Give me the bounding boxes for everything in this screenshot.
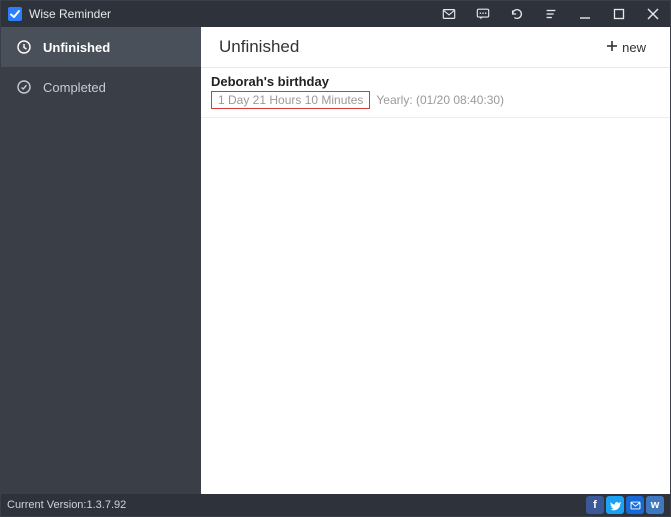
task-row[interactable]: Deborah's birthday 1 Day 21 Hours 10 Min… xyxy=(201,68,670,118)
twitter-icon[interactable] xyxy=(606,496,624,514)
sidebar-item-label: Completed xyxy=(43,80,106,95)
version-value: 1.3.7.92 xyxy=(86,499,126,511)
sidebar: Unfinished Completed xyxy=(1,27,201,494)
minimize-button[interactable] xyxy=(568,1,602,27)
task-recurrence: Yearly: (01/20 08:40:30) xyxy=(376,93,504,107)
feedback-icon[interactable] xyxy=(466,1,500,27)
sidebar-item-completed[interactable]: Completed xyxy=(1,67,201,107)
task-countdown: 1 Day 21 Hours 10 Minutes xyxy=(211,91,370,109)
refresh-icon[interactable] xyxy=(500,1,534,27)
task-list: Deborah's birthday 1 Day 21 Hours 10 Min… xyxy=(201,67,670,494)
app-window: Wise Reminder xyxy=(0,0,671,517)
footer-mail-icon[interactable] xyxy=(626,496,644,514)
wise-link-icon[interactable]: w xyxy=(646,496,664,514)
check-circle-icon xyxy=(15,78,33,96)
main-header: Unfinished new xyxy=(201,27,670,67)
main-panel: Unfinished new Deborah's birthday xyxy=(201,27,670,494)
page-title: Unfinished xyxy=(219,37,299,57)
sidebar-item-label: Unfinished xyxy=(43,40,110,55)
app-logo-icon xyxy=(7,6,23,22)
facebook-icon[interactable]: f xyxy=(586,496,604,514)
task-title: Deborah's birthday xyxy=(211,74,660,89)
new-task-button[interactable]: new xyxy=(600,38,652,57)
menu-icon[interactable] xyxy=(534,1,568,27)
new-task-label: new xyxy=(622,40,646,55)
titlebar[interactable]: Wise Reminder xyxy=(1,1,670,27)
clock-icon xyxy=(15,38,33,56)
app-title: Wise Reminder xyxy=(29,7,111,21)
mail-icon[interactable] xyxy=(432,1,466,27)
maximize-button[interactable] xyxy=(602,1,636,27)
close-button[interactable] xyxy=(636,1,670,27)
plus-icon xyxy=(606,40,618,55)
version-label: Current Version: xyxy=(7,499,86,511)
sidebar-item-unfinished[interactable]: Unfinished xyxy=(1,27,201,67)
statusbar: Current Version: 1.3.7.92 f w xyxy=(1,494,670,516)
task-meta: 1 Day 21 Hours 10 Minutes Yearly: (01/20… xyxy=(211,91,660,109)
